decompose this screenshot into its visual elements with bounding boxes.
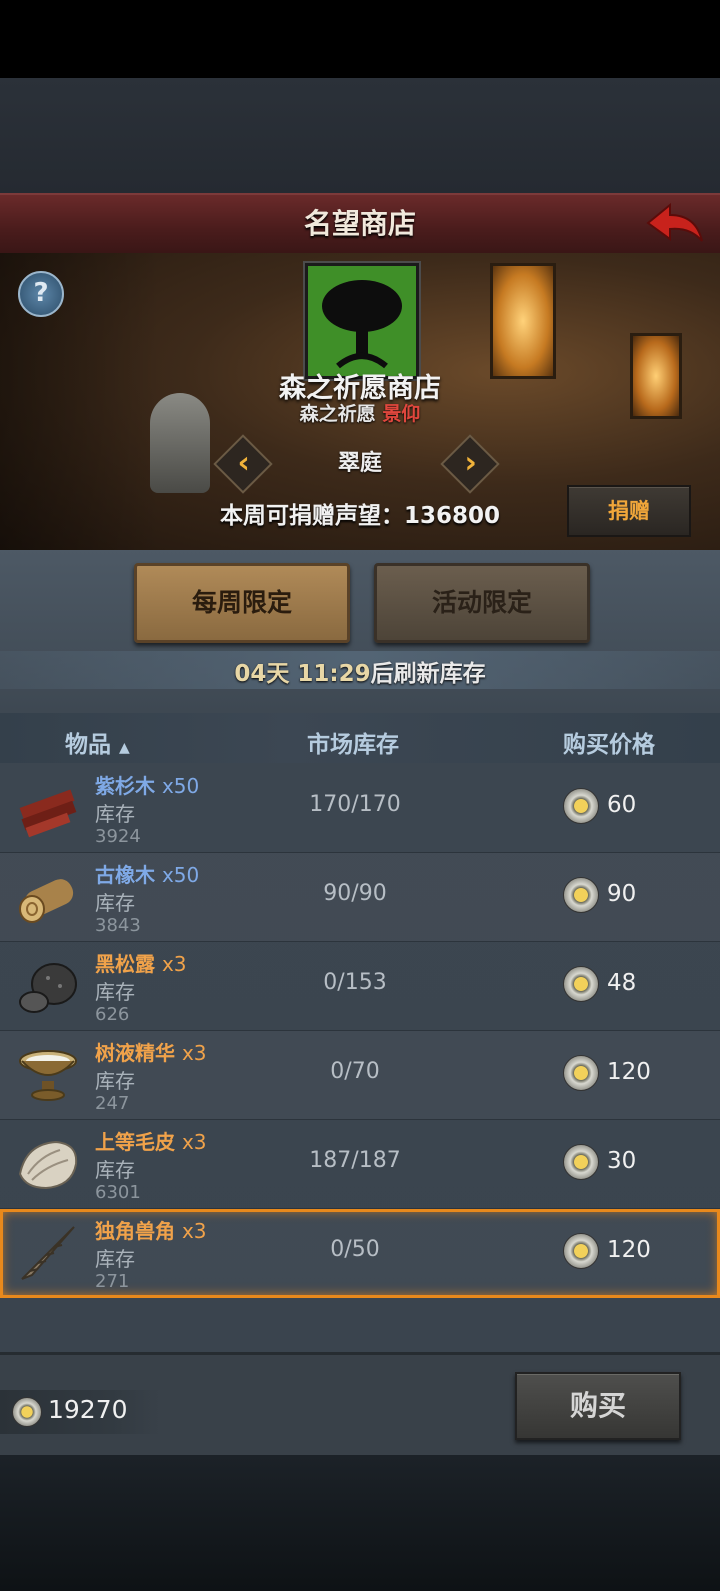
stock-label: 库存 [95,1158,135,1182]
column-item-header[interactable]: 物品 ▲ [65,725,130,759]
back-arrow-icon[interactable] [644,201,706,247]
coin-icon [563,788,599,824]
coin-icon [563,1055,599,1091]
fur-pelt-icon [18,1140,78,1190]
yew-wood-icon [19,789,77,838]
shop-banner: ? 森之祈愿商店 森之祈愿 景仰 ‹ 翠庭 › 本周可捐赠声望：136800 捐… [0,253,720,550]
item-name: 黑松露 x3 [95,952,187,976]
upper-background [0,78,720,193]
column-item-label: 物品 [65,732,111,758]
title-bar: 名望商店 [0,193,720,255]
coin-icon [563,877,599,913]
stock-label: 库存 [95,1069,135,1093]
item-name: 上等毛皮 x3 [95,1130,207,1154]
currency-amount: 19270 [48,1395,128,1424]
donate-button[interactable]: 捐赠 [567,485,691,537]
item-name: 树液精华 x3 [95,1041,207,1065]
coin-icon [12,1397,42,1427]
item-price: 48 [607,970,637,996]
status-bar [0,0,720,78]
market-stock: 90/90 [323,881,387,906]
stock-value: 247 [95,1093,130,1114]
sort-ascending-icon: ▲ [119,740,130,756]
table-row[interactable]: 黑松露 x3 库存 626 0/153 48 [0,942,720,1031]
tab-weekly-limited[interactable]: 每周限定 [134,563,350,643]
next-region-button[interactable]: › [440,434,500,494]
shop-reputation: 森之祈愿 景仰 [0,399,720,426]
coin-icon [563,1144,599,1180]
coin-icon [563,1233,599,1269]
market-stock: 0/70 [330,1059,380,1084]
shop-panel: 每周限定 活动限定 04天 11:29后刷新库存 物品 ▲ 市场库存 购买价格 … [0,550,720,1458]
chevron-right-icon: › [464,445,477,481]
market-stock: 170/170 [309,792,401,817]
market-stock: 0/50 [330,1237,380,1262]
coin-icon [563,966,599,1002]
footer-bar: 19270 购买 [0,1352,720,1458]
stock-value: 3924 [95,826,141,847]
table-header: 物品 ▲ 市场库存 购买价格 [0,713,720,763]
table-row[interactable]: 上等毛皮 x3 库存 6301 187/187 30 [0,1120,720,1209]
stock-label: 库存 [95,891,135,915]
help-icon[interactable]: ? [18,271,64,317]
item-price: 30 [607,1148,637,1174]
table-row-selected[interactable]: 独角兽角 x3 库存 271 0/50 120 [0,1209,720,1298]
region-name: 翠庭 [337,451,382,476]
item-price: 90 [607,881,637,907]
buy-button[interactable]: 购买 [515,1372,681,1440]
page-title: 名望商店 [303,207,416,240]
unicorn-horn-icon [21,1226,75,1280]
bottom-background [0,1455,720,1591]
item-price: 60 [607,792,637,818]
truffle-icon [19,963,77,1013]
market-stock: 187/187 [309,1148,401,1173]
stock-value: 626 [95,1004,130,1025]
table-row[interactable]: 树液精华 x3 库存 247 0/70 120 [0,1031,720,1120]
item-price: 120 [607,1059,651,1085]
table-row[interactable]: 古橡木 x50 库存 3843 90/90 90 [0,853,720,942]
market-stock: 0/153 [323,970,387,995]
item-name: 独角兽角 x3 [95,1219,207,1243]
stock-label: 库存 [95,802,135,826]
item-name: 古橡木 x50 [95,863,200,887]
column-market-header: 市场库存 [307,732,399,758]
tree-emblem-icon [305,263,419,379]
reputation-rank: 景仰 [382,403,421,425]
oak-log-icon [19,879,74,923]
refresh-label: 后刷新库存 [370,661,486,687]
stock-label: 库存 [95,1247,135,1271]
table-row[interactable]: 紫杉木 x50 库存 3924 170/170 60 [0,764,720,853]
stock-value: 6301 [95,1182,141,1203]
tab-event-limited[interactable]: 活动限定 [374,563,590,643]
sap-bowl-icon [19,1050,77,1101]
refresh-time: 04天 11:29 [234,661,371,687]
column-price-header: 购买价格 [563,732,655,758]
stock-value: 271 [95,1271,130,1292]
stock-label: 库存 [95,980,135,1004]
item-name: 紫杉木 x50 [95,774,200,798]
item-price: 120 [607,1237,651,1263]
stock-value: 3843 [95,915,141,936]
refresh-countdown: 04天 11:29后刷新库存 [0,654,720,688]
faction-name: 森之祈愿 [299,403,376,425]
lantern-icon [490,263,556,379]
